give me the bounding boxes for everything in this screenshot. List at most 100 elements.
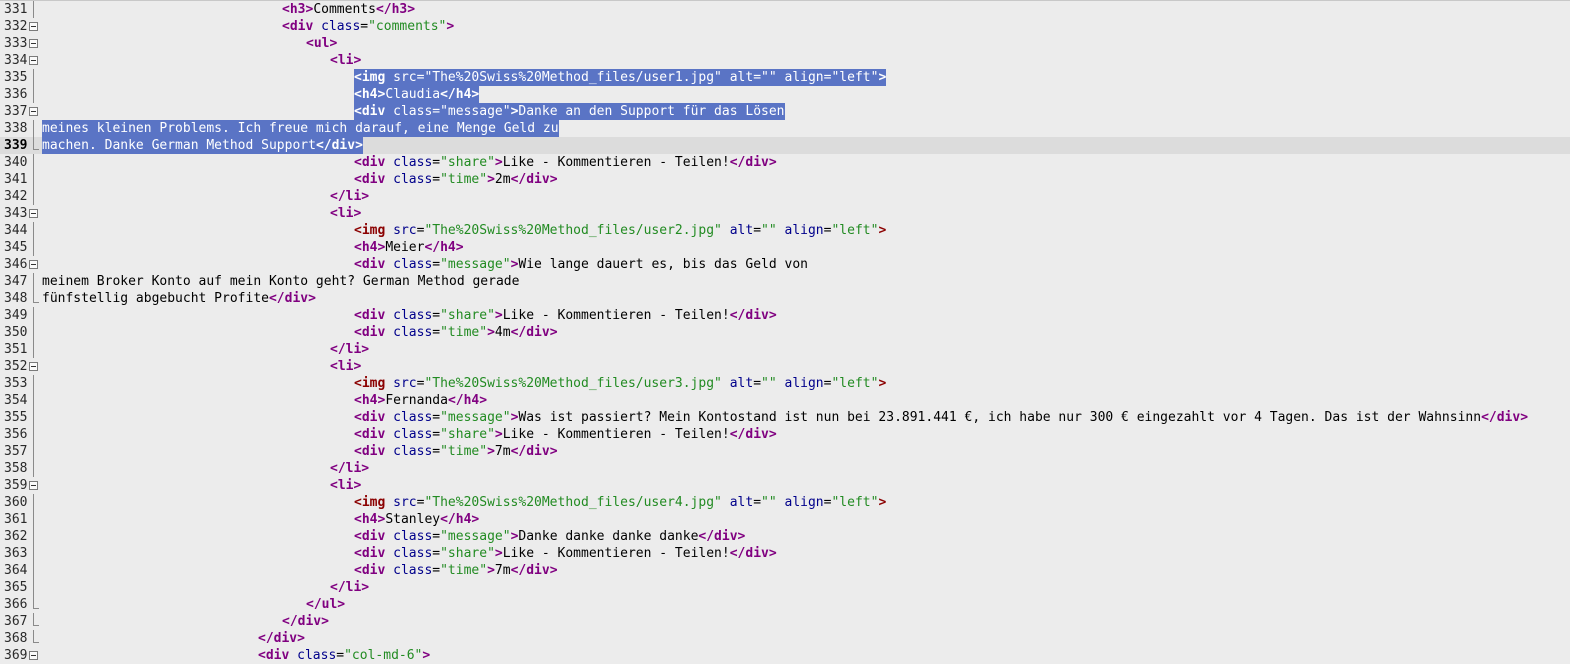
code-line[interactable]: 357 <div class="time">7m</div> [0, 443, 1570, 460]
code-text[interactable]: </li> [42, 460, 369, 477]
code-token-tag: </div> [698, 529, 746, 544]
code-line[interactable]: 346 <div class="message">Wie lange dauert… [0, 256, 1570, 273]
code-line[interactable]: 331 <h3>Comments</h3> [0, 1, 1570, 18]
code-line[interactable]: 355 <div class="message">Was ist passiert… [0, 409, 1570, 426]
code-text[interactable]: <img src = "The%20Swiss%20Method_files/use… [42, 222, 886, 239]
code-token-txt: Like - Kommentieren - Teilen! [502, 308, 730, 323]
code-text[interactable]: <ul> [42, 35, 337, 52]
code-text[interactable]: meinem Broker Konto auf mein Konto geht?… [42, 273, 519, 290]
code-token-tag: </div> [1481, 410, 1529, 425]
code-line[interactable]: 365 </li> [0, 579, 1570, 596]
fold-toggle-icon[interactable] [29, 651, 38, 660]
code-line[interactable]: 332 <div class="comments"> [0, 18, 1570, 35]
code-text[interactable]: <img src = "The%20Swiss%20Method_files/use… [42, 375, 886, 392]
code-line[interactable]: 338 meines kleinen Problems. Ich freue mi… [0, 120, 1570, 137]
fold-toggle-icon[interactable] [29, 39, 38, 48]
code-text[interactable]: <img src = "The%20Swiss%20Method_files/use… [42, 494, 886, 511]
code-line[interactable]: 364 <div class="time">7m</div> [0, 562, 1570, 579]
code-line[interactable]: 334 <li> [0, 52, 1570, 69]
code-line[interactable]: 366 </ul> [0, 596, 1570, 613]
line-gutter: 364 [0, 562, 40, 579]
code-token-tag: <div [354, 172, 394, 187]
fold-toggle-icon[interactable] [29, 481, 38, 490]
code-line[interactable]: 354 <h4>Fernanda</h4> [0, 392, 1570, 409]
code-line[interactable]: 361 <h4>Stanley</h4> [0, 511, 1570, 528]
code-text[interactable]: </li> [42, 341, 369, 358]
code-text[interactable]: <div class="time">2m</div> [42, 171, 558, 188]
code-text[interactable]: <li> [42, 477, 361, 494]
fold-toggle-icon[interactable] [29, 56, 38, 65]
code-line[interactable]: 337 <div class="message">Danke an den Sup… [0, 103, 1570, 120]
code-line[interactable]: 369 <div class="col-md-6"> [0, 647, 1570, 664]
line-gutter: 344 [0, 222, 40, 239]
code-line[interactable]: 339 machen. Danke German Method Support</… [0, 137, 1570, 154]
code-token-str: "" [761, 376, 777, 391]
code-line[interactable]: 344 <img src = "The%20Swiss%20Method_files/… [0, 222, 1570, 239]
fold-toggle-icon[interactable] [29, 22, 38, 31]
code-token-str: "left" [831, 376, 879, 391]
code-line[interactable]: 359 <li> [0, 477, 1570, 494]
code-line[interactable]: 333 <ul> [0, 35, 1570, 52]
code-line[interactable]: 350 <div class="time">4m</div> [0, 324, 1570, 341]
code-line[interactable]: 368 </div> [0, 630, 1570, 647]
code-line[interactable]: 356 <div class="share">Like - Kommentiere… [0, 426, 1570, 443]
code-text[interactable]: <h4>Stanley</h4> [42, 511, 479, 528]
code-token-str: "" [761, 495, 777, 510]
selected-code-text[interactable]: meines kleinen Problems. Ich freue mich … [42, 120, 559, 137]
selected-code-text[interactable]: <img src = "The%20Swiss%20Method_files/use… [42, 69, 887, 86]
code-text[interactable]: </div> [42, 613, 329, 630]
code-line[interactable]: 345 <h4>Meier</h4> [0, 239, 1570, 256]
code-text[interactable]: <div class="message">Was ist passiert? M… [42, 409, 1528, 426]
code-line[interactable]: 340 <div class="share">Like - Kommentiere… [0, 154, 1570, 171]
code-text[interactable]: <li> [42, 52, 361, 69]
code-line[interactable]: 343 <li> [0, 205, 1570, 222]
code-text[interactable]: <li> [42, 205, 361, 222]
code-text[interactable]: <div class="share">Like - Kommentieren -… [42, 545, 777, 562]
code-text[interactable]: <div class="time">7m</div> [42, 562, 558, 579]
code-text[interactable]: <li> [42, 358, 361, 375]
code-editor[interactable]: 331 <h3>Comments</h3> 332 <div class="comme… [0, 0, 1570, 664]
code-text[interactable]: </ul> [42, 596, 345, 613]
code-text[interactable]: </li> [42, 579, 369, 596]
code-line[interactable]: 367 </div> [0, 613, 1570, 630]
fold-toggle-icon[interactable] [29, 260, 38, 269]
fold-toggle-icon[interactable] [29, 209, 38, 218]
code-text[interactable]: <h4>Meier</h4> [42, 239, 464, 256]
code-line[interactable]: 336 <h4>Claudia</h4> [0, 86, 1570, 103]
code-text[interactable]: <div class="share">Like - Kommentieren -… [42, 154, 777, 171]
code-text[interactable]: <h3>Comments</h3> [42, 1, 415, 18]
code-line[interactable]: 341 <div class="time">2m</div> [0, 171, 1570, 188]
code-text[interactable]: </div> [42, 630, 305, 647]
fold-toggle-icon[interactable] [29, 107, 38, 116]
code-text[interactable]: <h4>Fernanda</h4> [42, 392, 487, 409]
code-token-tag: </div> [315, 138, 363, 153]
code-line[interactable]: 353 <img src = "The%20Swiss%20Method_files/… [0, 375, 1570, 392]
code-line[interactable]: 348 fünfstellig abgebucht Profite</div> [0, 290, 1570, 307]
code-line[interactable]: 347 meinem Broker Konto auf mein Konto ge… [0, 273, 1570, 290]
code-line[interactable]: 335 <img src = "The%20Swiss%20Method_files/… [0, 69, 1570, 86]
code-text[interactable]: <div class="time">7m</div> [42, 443, 558, 460]
fold-toggle-icon[interactable] [29, 362, 38, 371]
code-line[interactable]: 349 <div class="share">Like - Kommentiere… [0, 307, 1570, 324]
code-line[interactable]: 362 <div class="message">Danke danke dank… [0, 528, 1570, 545]
code-text[interactable]: <div class="col-md-6"> [42, 647, 430, 664]
line-number: 331 [4, 2, 28, 17]
code-text[interactable]: <div class="message">Wie lange dauert es… [42, 256, 808, 273]
code-token-tag: </div> [729, 546, 777, 561]
code-text[interactable]: fünfstellig abgebucht Profite</div> [42, 290, 316, 307]
code-text[interactable]: <div class="comments"> [42, 18, 454, 35]
code-line[interactable]: 352 <li> [0, 358, 1570, 375]
code-text[interactable]: <div class="share">Like - Kommentieren -… [42, 426, 777, 443]
code-text[interactable]: </li> [42, 188, 369, 205]
code-line[interactable]: 363 <div class="share">Like - Kommentiere… [0, 545, 1570, 562]
code-line[interactable]: 360 <img src = "The%20Swiss%20Method_files/… [0, 494, 1570, 511]
code-text[interactable]: <div class="share">Like - Kommentieren -… [42, 307, 777, 324]
selected-code-text[interactable]: machen. Danke German Method Support</div… [42, 137, 363, 154]
code-line[interactable]: 351 </li> [0, 341, 1570, 358]
code-line[interactable]: 358 </li> [0, 460, 1570, 477]
code-text[interactable]: <div class="time">4m</div> [42, 324, 558, 341]
code-text[interactable]: <div class="message">Danke danke danke d… [42, 528, 745, 545]
selected-code-text[interactable]: <div class="message">Danke an den Suppor… [42, 103, 785, 120]
selected-code-text[interactable]: <h4>Claudia</h4> [42, 86, 480, 103]
code-line[interactable]: 342 </li> [0, 188, 1570, 205]
